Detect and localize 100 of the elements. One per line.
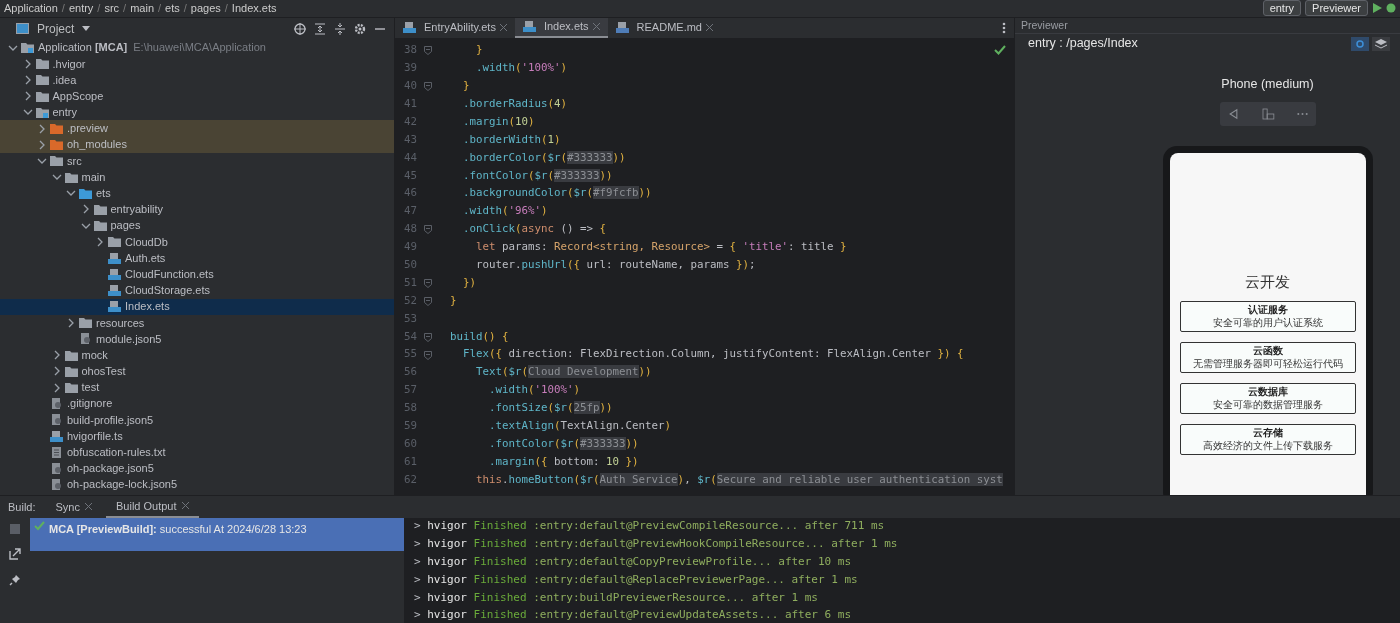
build-result-text: MCA [PreviewBuild]: successful At 2024/6/28 13:23 — [49, 521, 307, 537]
tree-item-label: oh_modules — [67, 137, 127, 153]
code-line: this.homeButton($r(Auth Service), $r(Secure and reliable user authentication syst — [475, 471, 1003, 488]
service-button[interactable]: 认证服务 安全可靠的用户认证系统 — [1179, 301, 1356, 333]
config-file-icon — [50, 479, 63, 491]
panel-title[interactable]: Project — [37, 19, 75, 38]
collapsed-chevron-icon[interactable] — [95, 236, 105, 247]
tree-item-label: entryability — [110, 202, 164, 218]
config-file-icon — [79, 333, 92, 345]
tree-item[interactable]: .idea — [0, 71, 394, 89]
folder-icon — [35, 90, 49, 102]
collapsed-chevron-icon[interactable] — [37, 139, 47, 150]
settings-icon[interactable] — [354, 22, 366, 35]
fold-marker-icon[interactable] — [422, 223, 434, 236]
breadcrumb-item[interactable]: Index.ets — [231, 0, 277, 17]
service-button[interactable]: 云函数 无需管理服务器即可轻松运行代码 — [1179, 342, 1356, 374]
fold-marker-icon[interactable] — [422, 348, 434, 361]
crosshair-icon[interactable] — [294, 22, 306, 35]
code-line: .fontColor($r(#333333)) — [488, 435, 639, 452]
tree-item-label: .preview — [67, 121, 108, 137]
panel-tab[interactable]: Sync — [45, 496, 102, 518]
tree-item[interactable]: oh-package-lock.json5 — [0, 476, 394, 493]
collapse-all-icon[interactable] — [334, 22, 346, 35]
tree-item[interactable]: resources — [0, 314, 394, 331]
collapsed-chevron-icon[interactable] — [37, 123, 47, 134]
tree-item[interactable]: test — [0, 379, 394, 396]
device-dropdown[interactable]: Previewer — [1305, 0, 1368, 17]
run-config-dropdown[interactable]: entry — [1262, 0, 1302, 17]
tree-item[interactable]: pages — [0, 217, 394, 234]
tree-item[interactable]: ohosTest — [0, 363, 394, 380]
build-result-row[interactable]: MCA [PreviewBuild]: successful At 2024/6/28 13:23 — [30, 517, 404, 551]
breadcrumb-item[interactable]: main — [130, 0, 154, 17]
service-button[interactable]: 云数据库 安全可靠的数据管理服务 — [1179, 383, 1356, 415]
close-icon[interactable] — [499, 24, 507, 31]
breadcrumb-separator: / — [158, 1, 162, 16]
tree-item[interactable]: src — [0, 152, 394, 169]
inspector-icon[interactable] — [1351, 36, 1369, 51]
fold-marker-icon[interactable] — [422, 80, 434, 93]
code-line: Text($r(Cloud Development)) — [475, 364, 652, 381]
line-number: 56 — [403, 364, 418, 381]
close-icon[interactable] — [181, 502, 189, 510]
tree-item[interactable]: Application [MCA] E:\huawei\MCA\Application — [0, 39, 394, 56]
tree-item[interactable]: build-profile.json5 — [0, 411, 394, 428]
tree-item[interactable]: CloudDb — [0, 233, 394, 250]
layers-icon[interactable] — [1372, 36, 1390, 51]
tree-item[interactable]: mock — [0, 347, 394, 364]
tree-item-label: oh-package-lock.json5 — [67, 477, 178, 493]
editor-tab[interactable]: EntryAbility.ets — [395, 17, 515, 38]
fold-marker-icon[interactable] — [422, 294, 434, 307]
tree-item[interactable]: .hvigor — [0, 55, 394, 72]
tree-item[interactable]: CloudFunction.ets — [0, 266, 394, 283]
code-line: .width('96%') — [462, 203, 548, 220]
tree-item[interactable]: Auth.ets — [0, 249, 394, 267]
tree-item[interactable]: obfuscation-rules.txt — [0, 444, 394, 461]
editor-tab[interactable]: README.md — [607, 17, 721, 38]
app-heading: 云开发 — [1245, 271, 1290, 292]
breadcrumb-item[interactable]: ets — [165, 0, 180, 17]
tree-item[interactable]: AppScope — [0, 88, 394, 105]
code-line: .fontColor($r(#333333)) — [462, 167, 613, 184]
fold-marker-icon[interactable] — [422, 330, 434, 343]
more-options-icon[interactable] — [1002, 21, 1006, 34]
fold-marker-icon[interactable] — [422, 277, 434, 289]
service-button[interactable]: 云存储 高效经济的文件上传下载服务 — [1179, 424, 1356, 456]
folder-icon — [79, 317, 92, 329]
breadcrumb-item[interactable]: entry — [68, 0, 94, 17]
tree-item[interactable]: hvigorfile.ts — [0, 428, 394, 445]
run-icon[interactable] — [1372, 3, 1382, 14]
line-number: 53 — [403, 310, 418, 327]
fold-marker-icon[interactable] — [422, 44, 434, 57]
code-file-icon — [108, 268, 121, 280]
line-number: 62 — [403, 471, 418, 488]
config-file-icon — [50, 462, 63, 474]
pin-icon[interactable] — [9, 573, 21, 586]
close-icon[interactable] — [706, 24, 713, 31]
close-icon[interactable] — [85, 503, 92, 511]
folder-icon — [93, 203, 107, 215]
breadcrumb-separator: / — [97, 1, 101, 16]
breadcrumb-item[interactable]: Application — [4, 0, 58, 17]
editor-tab[interactable]: Index.ets — [514, 17, 608, 38]
tree-item[interactable]: CloudStorage.ets — [0, 282, 394, 299]
expand-all-icon[interactable] — [314, 22, 326, 35]
open-external-icon[interactable] — [9, 547, 21, 560]
debug-icon[interactable] — [1386, 3, 1396, 14]
text-file-icon — [50, 446, 63, 458]
breadcrumb-item[interactable]: src — [104, 0, 120, 17]
caret-icon[interactable] — [82, 25, 91, 32]
folder-icon — [64, 171, 78, 183]
code-file-icon — [522, 21, 536, 32]
tree-item[interactable]: Index.ets — [0, 298, 394, 315]
code-file-icon — [108, 252, 121, 264]
collapsed-chevron-icon[interactable] — [66, 317, 76, 328]
tree-item[interactable]: entry — [0, 104, 394, 121]
tree-item[interactable]: module.json5 — [0, 330, 394, 348]
tree-item[interactable]: .gitignore — [0, 395, 394, 412]
tree-item[interactable]: ets — [0, 185, 394, 202]
tree-item[interactable]: oh-package.json5 — [0, 460, 394, 477]
tree-item[interactable]: main — [0, 169, 394, 186]
tree-item[interactable]: entryability — [0, 201, 394, 218]
tree-item[interactable]: .preview — [0, 120, 394, 137]
breadcrumb-item[interactable]: pages — [190, 0, 221, 17]
